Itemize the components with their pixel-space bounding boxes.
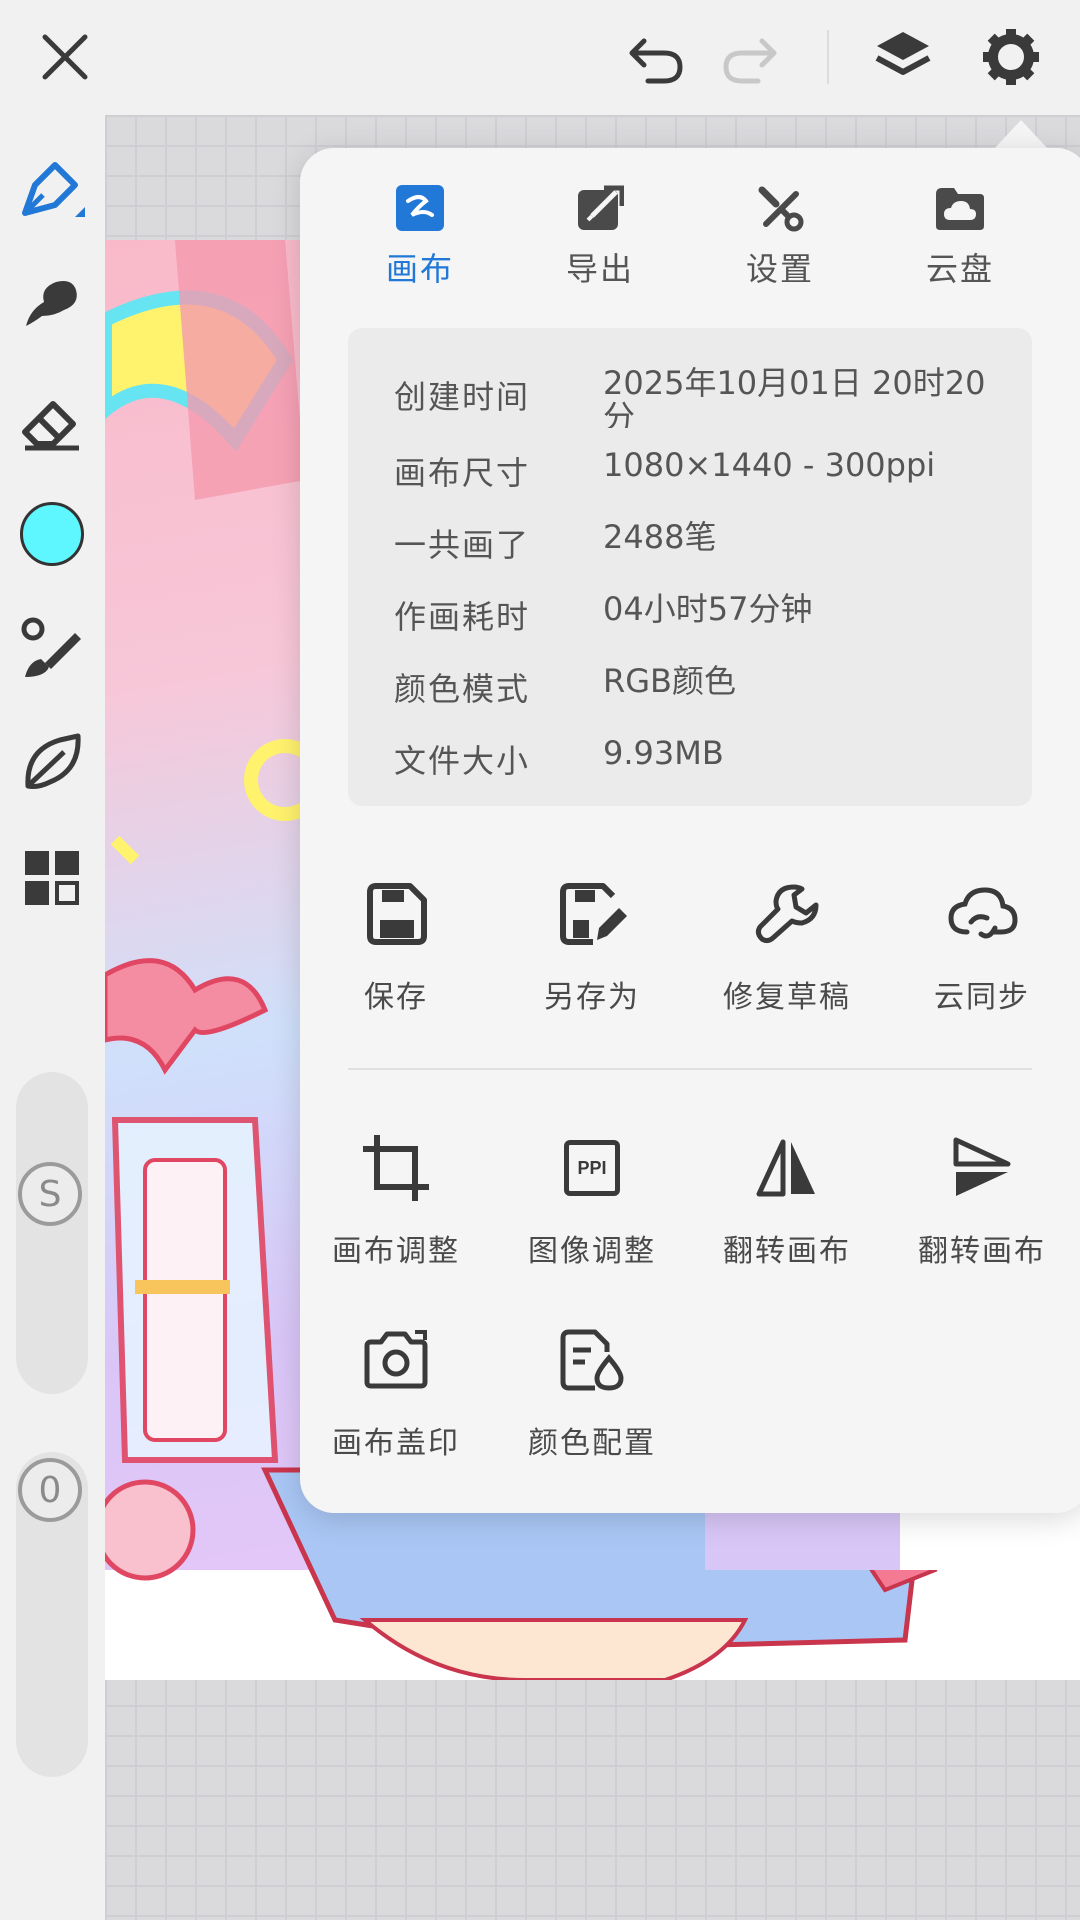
color-config-icon — [507, 1320, 677, 1400]
ppi-icon: PPI — [507, 1128, 677, 1208]
save-button[interactable]: 保存 — [311, 874, 481, 1016]
flip-vertical-icon — [897, 1128, 1067, 1208]
action-label: 另存为 — [544, 980, 640, 1015]
export-icon — [535, 178, 665, 238]
save-as-button[interactable]: 另存为 — [507, 874, 677, 1016]
info-value: 2025年10月01日 20时20分 — [603, 366, 986, 428]
info-key: 创建时间 — [394, 378, 531, 416]
info-value: 04小时57分钟 — [603, 590, 813, 628]
leaf-tool-icon[interactable] — [12, 722, 92, 802]
info-key: 文件大小 — [394, 742, 531, 780]
tab-label: 设置 — [745, 250, 814, 288]
popover-arrow — [993, 120, 1049, 150]
color-swatch[interactable] — [12, 494, 92, 574]
info-value: RGB颜色 — [603, 662, 736, 700]
info-key: 作画耗时 — [394, 598, 531, 636]
brush-size-slider[interactable] — [16, 1072, 88, 1394]
info-value: 9.93MB — [603, 734, 724, 772]
action-label: 图像调整 — [528, 1234, 656, 1269]
info-key: 画布尺寸 — [394, 454, 531, 492]
undo-icon[interactable] — [620, 25, 690, 95]
crop-icon — [311, 1128, 481, 1208]
layers-icon[interactable] — [868, 22, 938, 92]
top-bar — [0, 0, 1080, 115]
tab-label: 云盘 — [925, 250, 994, 288]
size-slider-knob[interactable]: S — [18, 1162, 82, 1226]
canvas-settings-popover: 画布 导出 设置 云盘 创建时间 2025年10月01日 20时20分 画布尺寸… — [300, 148, 1080, 1513]
grid-menu-icon[interactable] — [12, 838, 92, 918]
info-value: 2488笔 — [603, 518, 717, 556]
action-label: 翻转画布 — [723, 1234, 851, 1269]
tab-label: 导出 — [565, 250, 634, 288]
cloud-drive-icon — [895, 178, 1025, 238]
wrench-icon — [702, 874, 872, 954]
action-label: 颜色配置 — [528, 1426, 656, 1461]
close-icon[interactable] — [30, 22, 100, 92]
settings-tools-icon — [715, 178, 845, 238]
toolbar-divider — [827, 30, 829, 84]
info-row-duration: 作画耗时 04小时57分钟 — [348, 582, 1032, 642]
cloud-sync-icon — [897, 874, 1067, 954]
info-value: 1080×1440 - 300ppi — [603, 446, 936, 484]
opacity-knob-label: 0 — [38, 1469, 62, 1511]
tab-settings[interactable]: 设置 — [715, 178, 845, 290]
pen-tool-icon[interactable] — [12, 150, 92, 230]
color-config-button[interactable]: 颜色配置 — [507, 1320, 677, 1462]
info-key: 颜色模式 — [394, 670, 531, 708]
flip-canvas-vertical-button[interactable]: 翻转画布 — [897, 1128, 1067, 1270]
action-label: 翻转画布 — [918, 1234, 1046, 1269]
save-as-icon — [507, 874, 677, 954]
canvas-info-card: 创建时间 2025年10月01日 20时20分 画布尺寸 1080×1440 -… — [348, 328, 1032, 806]
info-key: 一共画了 — [394, 526, 531, 564]
ppi-icon-text: PPI — [564, 1140, 620, 1196]
brush-library-icon[interactable] — [12, 608, 92, 688]
cloud-sync-button[interactable]: 云同步 — [897, 874, 1067, 1016]
section-divider — [348, 1068, 1032, 1070]
tab-export[interactable]: 导出 — [535, 178, 665, 290]
tab-cloud-drive[interactable]: 云盘 — [895, 178, 1025, 290]
action-label: 云同步 — [934, 980, 1030, 1015]
info-row-color-mode: 颜色模式 RGB颜色 — [348, 654, 1032, 714]
gear-icon[interactable] — [976, 22, 1046, 92]
image-adjust-button[interactable]: PPI 图像调整 — [507, 1128, 677, 1270]
camera-icon — [311, 1320, 481, 1400]
tab-canvas[interactable]: 画布 — [355, 178, 485, 290]
action-label: 画布调整 — [332, 1234, 460, 1269]
info-row-file-size: 文件大小 9.93MB — [348, 726, 1032, 786]
info-row-strokes: 一共画了 2488笔 — [348, 510, 1032, 570]
redo-icon[interactable] — [716, 25, 786, 95]
flip-horizontal-icon — [702, 1128, 872, 1208]
canvas-icon — [355, 178, 485, 238]
tab-label: 画布 — [385, 250, 454, 288]
action-label: 保存 — [364, 980, 428, 1015]
canvas-stamp-button[interactable]: 画布盖印 — [311, 1320, 481, 1462]
save-icon — [311, 874, 481, 954]
eraser-icon[interactable] — [12, 382, 92, 462]
info-row-created: 创建时间 2025年10月01日 20时20分 — [348, 348, 1032, 428]
flip-canvas-horizontal-button[interactable]: 翻转画布 — [702, 1128, 872, 1270]
opacity-slider-knob[interactable]: 0 — [18, 1458, 82, 1522]
smudge-tool-icon[interactable] — [12, 262, 92, 342]
action-label: 画布盖印 — [332, 1426, 460, 1461]
info-row-size: 画布尺寸 1080×1440 - 300ppi — [348, 438, 1032, 498]
repair-draft-button[interactable]: 修复草稿 — [702, 874, 872, 1016]
canvas-adjust-button[interactable]: 画布调整 — [311, 1128, 481, 1270]
size-knob-label: S — [38, 1173, 62, 1215]
action-label: 修复草稿 — [723, 980, 851, 1015]
